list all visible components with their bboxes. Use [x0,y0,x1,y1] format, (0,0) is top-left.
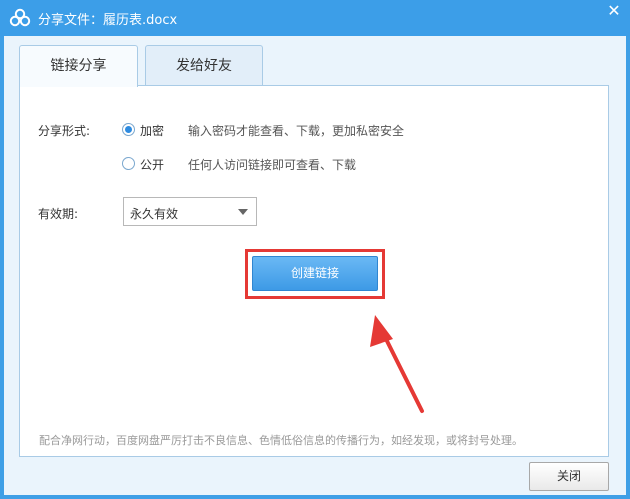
create-link-button[interactable]: 创建链接 [252,256,378,291]
radio-encrypted[interactable] [122,123,135,136]
window-close-icon[interactable]: ✕ [598,0,630,24]
policy-notice: 配合净网行动，百度网盘严厉打击不良信息、色情低俗信息的传播行为，如经发现，或将封… [39,434,523,447]
share-dialog: 分享文件：履历表.docx ✕ 链接分享 发给好友 分享形式: 加密 输入密码才… [0,0,630,499]
share-form-label: 分享形式: [38,124,91,138]
chevron-down-icon [238,209,248,215]
link-share-panel: 分享形式: 加密 输入密码才能查看、下载，更加私密安全 公开 任何人访问链接即可… [19,85,609,457]
validity-label: 有效期: [38,207,79,221]
window-title: 分享文件：履历表.docx [38,13,178,28]
validity-selected-value: 永久有效 [130,207,179,221]
close-button[interactable]: 关闭 [529,462,609,491]
encrypted-hint: 输入密码才能查看、下载，更加私密安全 [188,124,405,138]
title-bar: 分享文件：履历表.docx ✕ [0,0,630,36]
baidu-cloud-logo-icon [9,8,31,27]
tab-send-to-friend[interactable]: 发给好友 [145,45,263,85]
radio-encrypted-label[interactable]: 加密 [140,122,164,139]
public-hint: 任何人访问链接即可查看、下载 [188,158,357,172]
tab-link-share[interactable]: 链接分享 [19,45,138,87]
radio-public[interactable] [122,157,135,170]
validity-select[interactable]: 永久有效 [123,197,257,226]
radio-public-label[interactable]: 公开 [140,156,164,173]
red-arrow-annotation-icon [370,315,424,413]
